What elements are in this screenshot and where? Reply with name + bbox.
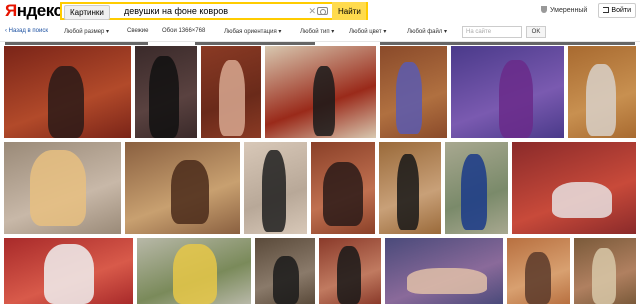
image-thumbnail[interactable] (385, 238, 503, 304)
image-thumbnail[interactable] (451, 46, 564, 138)
image-figure (48, 66, 84, 138)
image-figure (323, 162, 363, 226)
image-thumbnail[interactable] (445, 142, 508, 234)
login-button[interactable]: Войти (598, 3, 636, 18)
safe-search-toggle[interactable]: Умеренный (541, 6, 587, 14)
search-input[interactable] (124, 4, 294, 18)
site-ok-button[interactable]: OK (526, 26, 546, 38)
image-thumbnail[interactable] (568, 46, 636, 138)
image-thumbnail[interactable] (255, 238, 315, 304)
image-thumbnail[interactable] (507, 238, 570, 304)
filter-file[interactable]: Любой файл (407, 28, 447, 35)
image-thumbnail[interactable] (311, 142, 375, 234)
image-figure (30, 150, 86, 226)
filter-color[interactable]: Любой цвет (349, 28, 386, 35)
image-figure (337, 246, 361, 304)
filter-fresh[interactable]: Свежие (127, 28, 148, 34)
image-thumbnail[interactable] (137, 238, 251, 304)
image-figure (171, 160, 209, 224)
login-label: Войти (611, 7, 631, 14)
logo-rest: ндекс (16, 1, 63, 20)
clear-icon[interactable]: ✕ (308, 5, 316, 17)
logo-first-letter: Я (5, 1, 17, 20)
image-thumbnail[interactable] (379, 142, 441, 234)
image-figure (219, 60, 245, 136)
filter-bar: ‹ Назад в поиск Любой размер Свежие Обои… (0, 26, 640, 40)
image-thumbnail[interactable] (4, 46, 131, 138)
site-filter-input[interactable]: На сайте (462, 26, 522, 38)
image-figure (586, 64, 616, 136)
image-figure (499, 60, 533, 138)
image-figure (592, 248, 616, 304)
image-thumbnail[interactable] (265, 46, 376, 138)
image-thumbnail[interactable] (135, 46, 197, 138)
safe-search-label: Умеренный (550, 7, 588, 14)
image-figure (44, 244, 94, 304)
image-figure (262, 150, 286, 232)
image-thumbnail[interactable] (512, 142, 636, 234)
prev-row-strip (5, 42, 148, 45)
filter-orientation[interactable]: Любая ориентация (224, 28, 281, 35)
image-figure (407, 268, 487, 294)
shield-icon (541, 6, 547, 13)
image-figure (397, 154, 419, 230)
image-figure (461, 154, 487, 230)
image-thumbnail[interactable] (201, 46, 261, 138)
prev-row-strip (195, 42, 315, 45)
image-figure (396, 62, 422, 134)
search-box: Картинки ✕ Найти (60, 2, 368, 20)
image-figure (149, 56, 179, 138)
image-thumbnail[interactable] (244, 142, 307, 234)
image-figure (173, 244, 217, 304)
image-figure (525, 252, 551, 304)
image-thumbnail[interactable] (319, 238, 381, 304)
search-chip-images[interactable]: Картинки (64, 5, 110, 20)
image-figure (273, 256, 299, 304)
camera-icon[interactable] (317, 7, 328, 15)
image-thumbnail[interactable] (125, 142, 240, 234)
image-thumbnail[interactable] (574, 238, 636, 304)
header: Яндекс Картинки ✕ Найти Умеренный Войти (0, 0, 640, 24)
yandex-logo[interactable]: Яндекс (5, 1, 63, 21)
filter-wallpaper[interactable]: Обои 1366×768 (162, 28, 205, 34)
prev-row-strip (380, 42, 635, 45)
image-figure (552, 182, 612, 218)
image-thumbnail[interactable] (4, 142, 121, 234)
back-to-search-link[interactable]: ‹ Назад в поиск (5, 28, 48, 34)
filter-size[interactable]: Любой размер (64, 28, 109, 35)
filter-type[interactable]: Любой тип (300, 28, 334, 35)
login-icon (603, 7, 609, 13)
image-thumbnail[interactable] (4, 238, 133, 304)
find-button[interactable]: Найти (332, 2, 366, 20)
image-thumbnail[interactable] (380, 46, 447, 138)
image-figure (313, 66, 335, 136)
